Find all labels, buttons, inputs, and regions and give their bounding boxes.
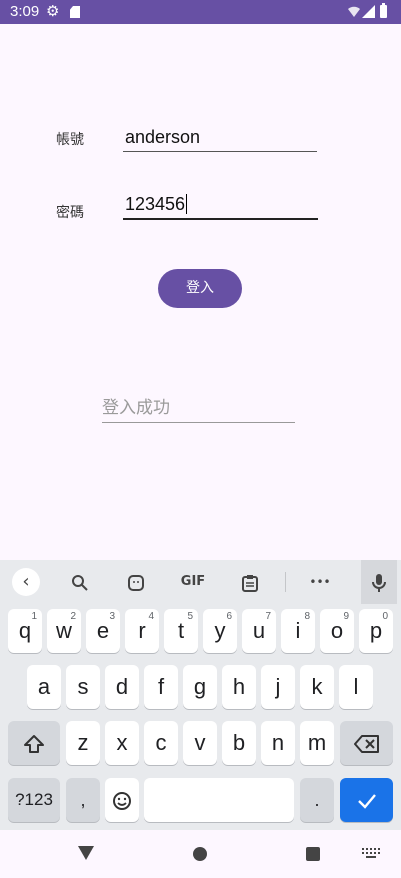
status-bar: 3:09 ⚙ (0, 0, 401, 24)
account-field[interactable]: anderson (123, 123, 317, 152)
key-c[interactable]: c (144, 721, 178, 765)
navigation-bar (0, 830, 401, 878)
symbols-key[interactable]: ?123 (8, 778, 60, 822)
comma-key[interactable]: , (66, 778, 100, 822)
key-hint: 3 (109, 611, 115, 622)
key-label: t (177, 618, 185, 643)
key-hint: 0 (382, 611, 388, 622)
back-icon[interactable] (78, 846, 94, 860)
key-label: o (330, 618, 344, 643)
key-r[interactable]: r4 (125, 609, 159, 653)
search-icon[interactable] (66, 568, 94, 596)
key-hint: 4 (148, 611, 154, 622)
key-label: u (252, 618, 266, 643)
key-o[interactable]: o9 (320, 609, 354, 653)
home-icon[interactable] (193, 847, 207, 861)
sd-card-icon (70, 6, 80, 18)
space-key[interactable] (144, 778, 294, 822)
key-hint: 8 (304, 611, 310, 622)
key-label: y (214, 618, 226, 643)
enter-key[interactable] (340, 778, 393, 822)
key-t[interactable]: t5 (164, 609, 198, 653)
key-label: i (295, 618, 301, 643)
key-y[interactable]: y6 (203, 609, 237, 653)
password-label: 密碼 (56, 205, 84, 221)
keyboard-switch-icon[interactable] (362, 848, 380, 861)
gear-icon: ⚙ (46, 2, 60, 20)
more-icon[interactable]: ••• (305, 568, 335, 596)
recents-icon[interactable] (306, 847, 320, 861)
key-l[interactable]: l (339, 665, 373, 709)
key-label: r (138, 618, 146, 643)
password-field[interactable]: 123456 (123, 190, 318, 220)
keyboard-toolbar: ‹ GIF ••• (0, 560, 401, 604)
key-hint: 5 (187, 611, 193, 622)
key-label: e (96, 618, 110, 643)
battery-icon (380, 3, 387, 18)
key-label: q (18, 618, 32, 643)
sticker-icon[interactable] (122, 568, 150, 596)
key-hint: 6 (226, 611, 232, 622)
key-p[interactable]: p0 (359, 609, 393, 653)
key-hint: 9 (343, 611, 349, 622)
key-u[interactable]: u7 (242, 609, 276, 653)
check-icon (357, 794, 376, 809)
microphone-icon[interactable] (361, 560, 397, 604)
wifi-icon (348, 6, 360, 17)
text-cursor (186, 194, 188, 214)
shift-key[interactable] (8, 721, 60, 765)
clipboard-icon[interactable] (236, 568, 264, 596)
key-hint: 7 (265, 611, 271, 622)
key-k[interactable]: k (300, 665, 334, 709)
toolbar-divider (285, 572, 286, 592)
key-z[interactable]: z (66, 721, 100, 765)
account-value: anderson (125, 127, 201, 147)
key-e[interactable]: e3 (86, 609, 120, 653)
key-f[interactable]: f (144, 665, 178, 709)
key-hint: 1 (31, 611, 37, 622)
key-m[interactable]: m (300, 721, 334, 765)
key-n[interactable]: n (261, 721, 295, 765)
key-s[interactable]: s (66, 665, 100, 709)
key-d[interactable]: d (105, 665, 139, 709)
password-value: 123456 (125, 194, 186, 214)
key-w[interactable]: w2 (47, 609, 81, 653)
key-j[interactable]: j (261, 665, 295, 709)
account-label: 帳號 (56, 132, 84, 148)
key-h[interactable]: h (222, 665, 256, 709)
key-a[interactable]: a (27, 665, 61, 709)
signal-icon (362, 5, 375, 18)
backspace-key[interactable] (340, 721, 393, 765)
key-i[interactable]: i8 (281, 609, 315, 653)
gif-icon[interactable]: GIF (176, 568, 210, 596)
emoji-icon (113, 792, 131, 811)
result-field[interactable]: 登入成功 (102, 394, 295, 423)
chevron-left-icon[interactable]: ‹ (12, 568, 40, 596)
key-label: p (369, 618, 383, 643)
key-hint: 2 (70, 611, 76, 622)
status-time: 3:09 (10, 3, 40, 20)
key-v[interactable]: v (183, 721, 217, 765)
key-g[interactable]: g (183, 665, 217, 709)
key-x[interactable]: x (105, 721, 139, 765)
soft-keyboard: ‹ GIF ••• q1 w2 e3 r4 t5 y6 u7 i8 o9 p0 … (0, 560, 401, 830)
emoji-key[interactable] (105, 778, 139, 822)
login-button[interactable]: 登入 (158, 269, 242, 308)
key-q[interactable]: q1 (8, 609, 42, 653)
key-b[interactable]: b (222, 721, 256, 765)
period-key[interactable]: . (300, 778, 334, 822)
